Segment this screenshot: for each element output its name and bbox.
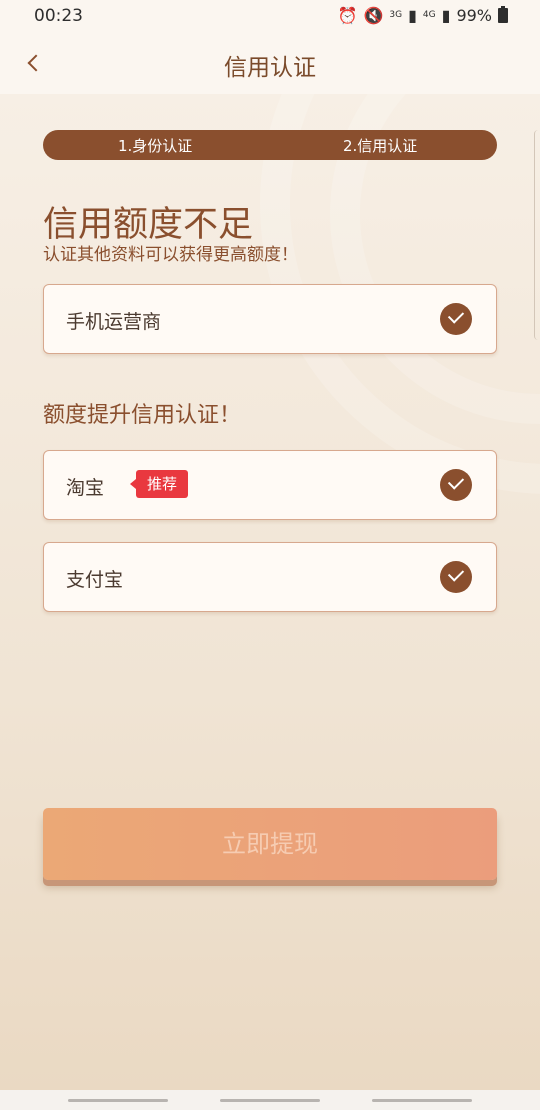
battery-percent: 99% xyxy=(456,6,492,25)
auth-item-label: 支付宝 xyxy=(66,569,124,591)
battery-icon xyxy=(498,6,508,23)
page-title: 信用认证 xyxy=(224,55,316,81)
nav-recent-button[interactable] xyxy=(68,1099,168,1102)
nav-home-button[interactable] xyxy=(220,1099,320,1102)
check-icon xyxy=(440,303,472,335)
mute-icon: 🔇 xyxy=(363,6,384,25)
app-header: 信用认证 xyxy=(0,32,540,94)
auth-item-taobao[interactable]: 淘宝 推荐 xyxy=(43,450,497,520)
status-icons: ⏰ 🔇 3G ▮ 4G ▮ 99% xyxy=(338,6,508,25)
auth-item-label: 淘宝 xyxy=(66,477,105,499)
scroll-indicator xyxy=(534,130,540,340)
auth-item-mobile-carrier[interactable]: 手机运营商 xyxy=(43,284,497,354)
auth-item-alipay[interactable]: 支付宝 xyxy=(43,542,497,612)
credit-subline: 认证其他资料可以获得更高额度！ xyxy=(43,245,298,265)
auth-item-label: 手机运营商 xyxy=(66,311,162,333)
network-3g-label: 3G xyxy=(389,10,403,20)
step-identity: 1.身份认证 xyxy=(118,137,193,155)
check-icon xyxy=(440,561,472,593)
status-bar: 00:23 ⏰ 🔇 3G ▮ 4G ▮ 99% xyxy=(0,0,540,32)
system-nav-bar xyxy=(0,1090,540,1110)
step-credit: 2.信用认证 xyxy=(343,137,418,155)
network-4g-label: 4G xyxy=(422,10,436,20)
recommend-badge: 推荐 xyxy=(129,470,189,498)
status-time: 00:23 xyxy=(34,6,83,26)
check-icon xyxy=(440,469,472,501)
nav-back-button[interactable] xyxy=(372,1099,472,1102)
signal-icon: ▮ xyxy=(408,6,417,25)
withdraw-button[interactable]: 立即提现 xyxy=(43,808,497,880)
step-progress-bar: 1.身份认证 2.信用认证 xyxy=(43,130,497,160)
section-title: 额度提升信用认证！ xyxy=(43,403,242,428)
signal-icon-2: ▮ xyxy=(441,6,451,25)
alarm-icon: ⏰ xyxy=(337,6,358,25)
